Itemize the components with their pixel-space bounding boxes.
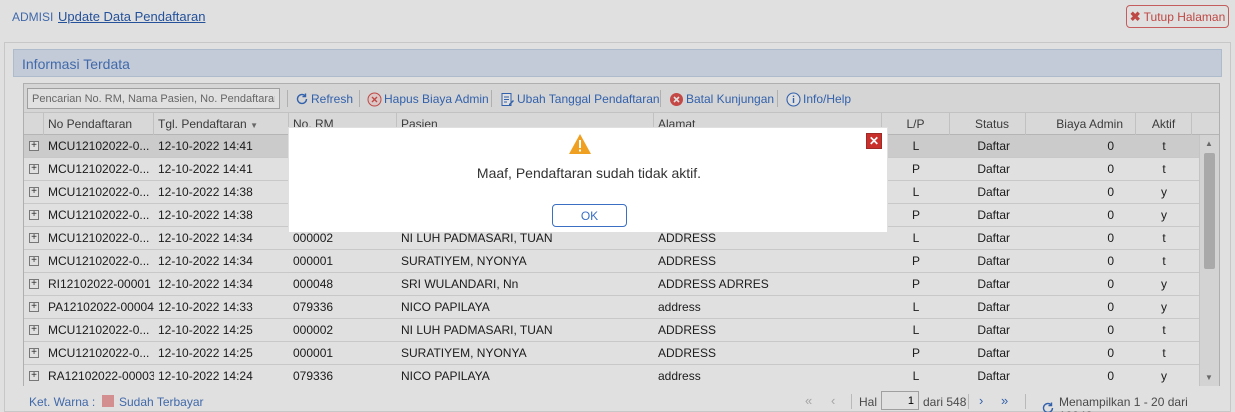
alert-dialog: ✕ Maaf, Pendaftaran sudah tidak aktif. O… xyxy=(288,127,888,233)
ok-button[interactable]: OK xyxy=(552,204,627,227)
warning-icon xyxy=(568,133,592,155)
dialog-close-icon[interactable]: ✕ xyxy=(866,133,882,149)
dialog-message: Maaf, Pendaftaran sudah tidak aktif. xyxy=(476,165,702,181)
